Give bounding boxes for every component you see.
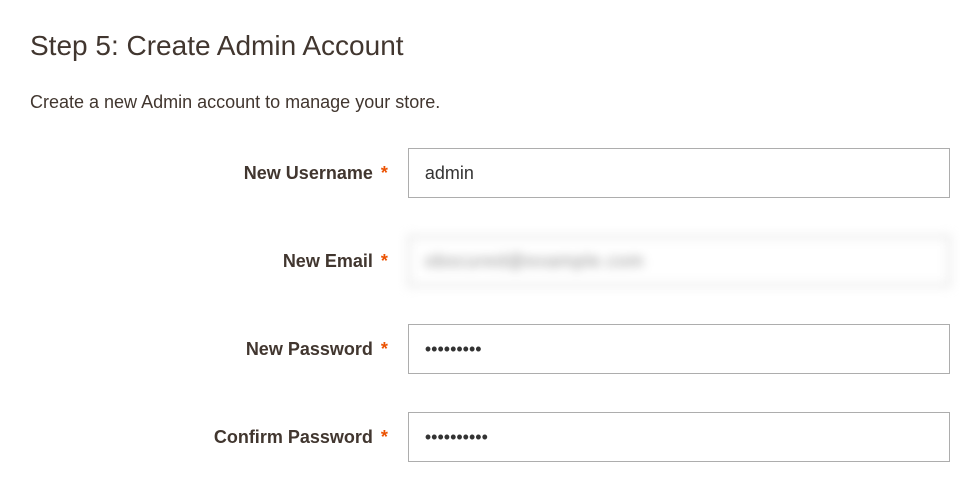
username-input[interactable] bbox=[408, 148, 950, 198]
label-container-username: New Username * bbox=[30, 163, 408, 184]
form-row-username: New Username * bbox=[30, 148, 950, 198]
form-row-confirm-password: Confirm Password * bbox=[30, 412, 950, 462]
label-container-confirm-password: Confirm Password * bbox=[30, 427, 408, 448]
form-row-password: New Password * bbox=[30, 324, 950, 374]
password-input[interactable] bbox=[408, 324, 950, 374]
confirm-password-input[interactable] bbox=[408, 412, 950, 462]
required-asterisk-icon: * bbox=[381, 339, 388, 360]
username-label: New Username bbox=[244, 163, 373, 184]
page-title: Step 5: Create Admin Account bbox=[30, 30, 950, 62]
email-label: New Email bbox=[283, 251, 373, 272]
email-input[interactable] bbox=[408, 236, 950, 286]
required-asterisk-icon: * bbox=[381, 251, 388, 272]
page-description: Create a new Admin account to manage you… bbox=[30, 92, 950, 113]
label-container-password: New Password * bbox=[30, 339, 408, 360]
form-row-email: New Email * bbox=[30, 236, 950, 286]
required-asterisk-icon: * bbox=[381, 163, 388, 184]
required-asterisk-icon: * bbox=[381, 427, 388, 448]
confirm-password-label: Confirm Password bbox=[214, 427, 373, 448]
password-label: New Password bbox=[246, 339, 373, 360]
label-container-email: New Email * bbox=[30, 251, 408, 272]
